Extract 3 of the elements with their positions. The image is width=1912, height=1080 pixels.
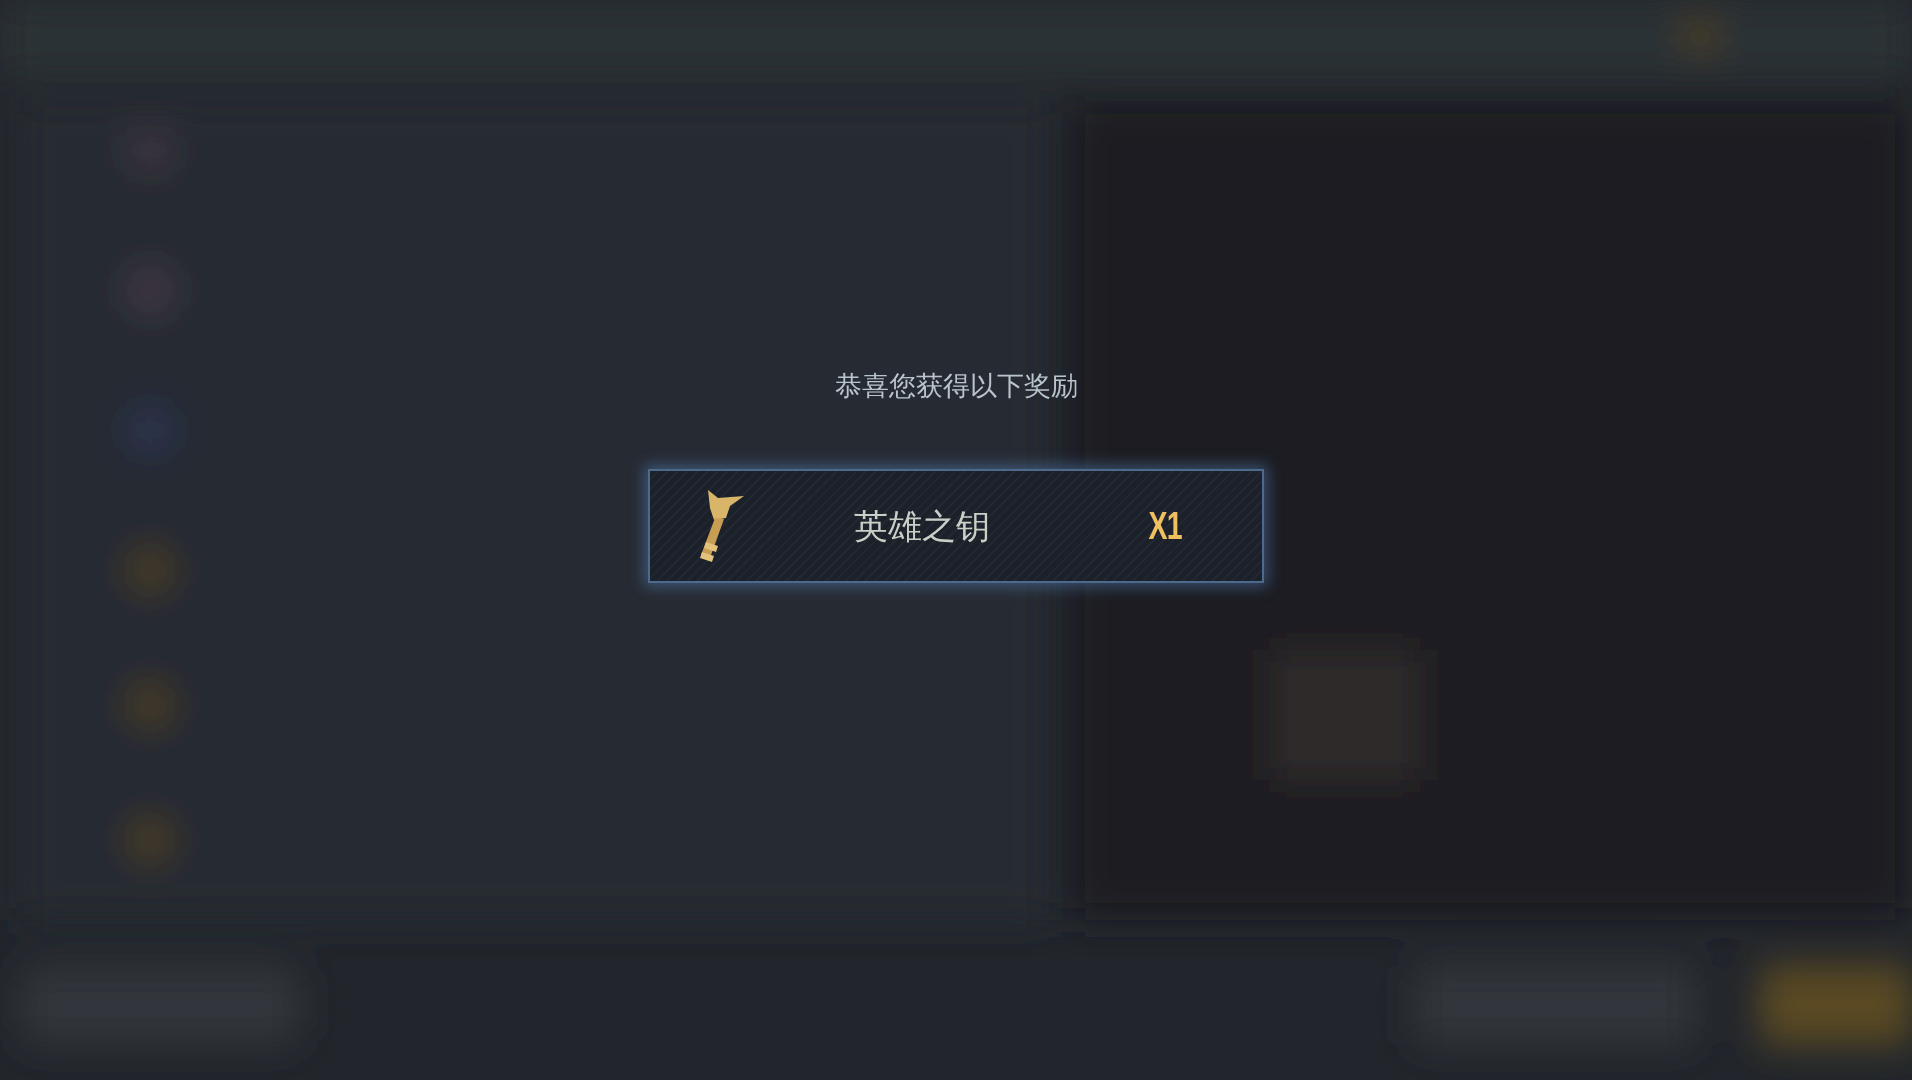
reward-title: 恭喜您获得以下奖励 — [834, 372, 1078, 399]
reward-quantity: X1 — [1149, 503, 1183, 549]
reward-name: 英雄之钥 — [854, 504, 990, 548]
